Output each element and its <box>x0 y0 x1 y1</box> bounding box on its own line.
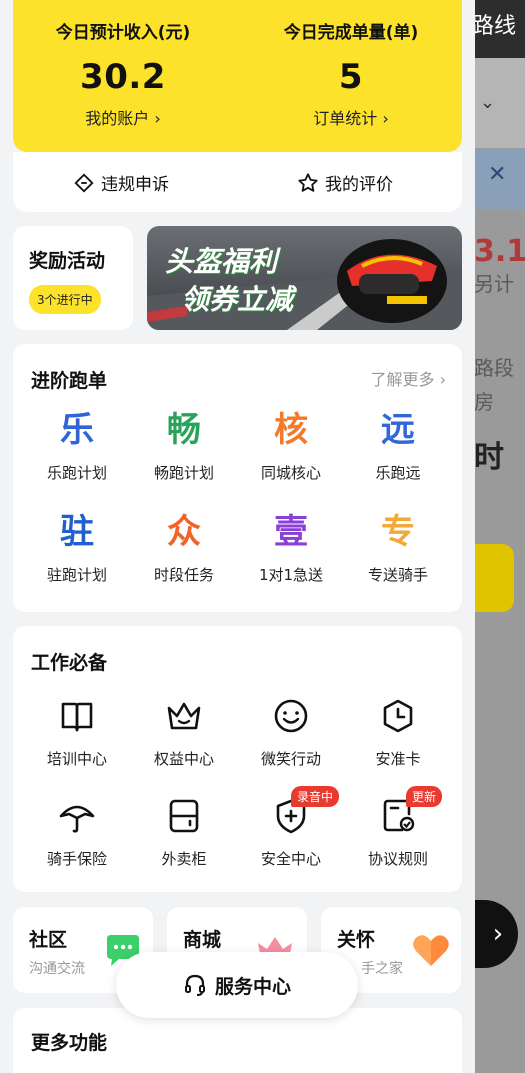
book-icon <box>23 694 131 738</box>
section-title: 工作必备 <box>31 652 108 674</box>
chevron-right-icon: › <box>492 919 504 949</box>
violation-appeal-label: 违规申诉 <box>101 175 169 195</box>
item-label: 骑手保险 <box>46 850 107 868</box>
bg-route-text: 路线 <box>472 14 517 39</box>
bg-row <box>470 58 525 148</box>
program-glyph-icon: 专 <box>381 512 415 552</box>
item-label: 驻跑计划 <box>46 566 107 584</box>
agreement-rules-item[interactable]: 更新 协议规则 <box>344 786 452 869</box>
item-label: 同城核心 <box>260 464 321 482</box>
program-glyph-icon: 壹 <box>274 512 308 552</box>
violation-appeal-button[interactable]: 违规申诉 <box>73 170 169 195</box>
update-badge: 更新 <box>406 786 443 807</box>
orders-block[interactable]: 今日完成单量(单) 5 订单统计 › <box>251 18 451 129</box>
program-glyph-icon: 驻 <box>60 512 94 552</box>
item-label: 乐跑远 <box>375 464 421 482</box>
reward-title: 奖励活动 <box>29 250 106 272</box>
smile-action-item[interactable]: 微笑行动 <box>237 694 345 769</box>
advanced-item[interactable]: 驻驻跑计划 <box>23 510 131 585</box>
item-label: 权益中心 <box>153 750 214 768</box>
gavel-icon <box>74 172 94 193</box>
crown-icon <box>130 694 238 738</box>
bg-text-3: 房 <box>474 390 494 414</box>
work-essentials-section: 工作必备 培训中心 权益中心 微笑行动 安准卡 骑手保险 外卖柜 录音中 安全中… <box>13 626 462 892</box>
advanced-item[interactable]: 乐乐跑计划 <box>23 408 131 483</box>
service-center-button[interactable]: 服务中心 <box>116 952 358 1018</box>
orders-label: 今日完成单量(单) <box>283 23 419 43</box>
rider-insurance-item[interactable]: 骑手保险 <box>23 794 131 869</box>
earnings-card: 今日预计收入(元) 30.2 我的账户 › 今日完成单量(单) 5 订单统计 › <box>13 0 462 152</box>
my-rating-button[interactable]: 我的评价 <box>297 170 393 195</box>
item-label: 畅跑计划 <box>153 464 214 482</box>
bg-text-1: 另计 <box>474 272 514 296</box>
order-stats-link[interactable]: 订单统计 › <box>251 105 451 129</box>
chevron-down-icon: ⌄ <box>480 92 496 113</box>
my-rating-label: 我的评价 <box>325 175 393 195</box>
item-label: 安准卡 <box>375 750 421 768</box>
item-label: 1对1急送 <box>258 566 324 584</box>
more-functions-title: 更多功能 <box>31 1032 108 1054</box>
headset-icon <box>184 974 205 996</box>
item-label: 时段任务 <box>153 566 214 584</box>
item-label: 微笑行动 <box>260 750 321 768</box>
advanced-running-section: 进阶跑单 了解更多 › 乐乐跑计划畅畅跑计划核同城核心远乐跑远驻驻跑计划众时段任… <box>13 344 462 612</box>
benefits-center-item[interactable]: 权益中心 <box>130 694 238 769</box>
safety-card-item[interactable]: 安准卡 <box>344 694 452 769</box>
advanced-item[interactable]: 专专送骑手 <box>344 510 452 585</box>
smile-icon <box>237 694 345 738</box>
star-icon <box>298 172 318 192</box>
helmet-promo-banner[interactable]: 头盔福利 领券立减 <box>147 226 462 330</box>
advanced-item[interactable]: 远乐跑远 <box>344 408 452 483</box>
bg-text-4: 时 <box>474 440 504 475</box>
appeal-card: 违规申诉 我的评价 <box>13 152 462 212</box>
income-value: 30.2 <box>80 57 166 97</box>
advanced-item[interactable]: 众时段任务 <box>130 510 238 585</box>
doc-check-icon: 更新 <box>344 786 452 838</box>
item-label: 外卖柜 <box>161 850 207 868</box>
banner-line1: 头盔福利 <box>165 245 278 278</box>
service-center-label: 服务中心 <box>214 975 291 998</box>
advanced-item[interactable]: 畅畅跑计划 <box>130 408 238 483</box>
shield-plus-icon: 录音中 <box>237 786 345 838</box>
my-account-link[interactable]: 我的账户 › <box>23 105 223 129</box>
program-glyph-icon: 众 <box>167 512 201 552</box>
item-label: 乐跑计划 <box>46 464 107 482</box>
bg-header: 路线 <box>470 0 525 58</box>
close-icon: ✕ <box>488 162 507 187</box>
item-label: 培训中心 <box>46 750 107 768</box>
program-glyph-icon: 畅 <box>167 410 201 450</box>
learn-more-link[interactable]: 了解更多 › <box>371 366 447 390</box>
reward-count-badge: 3个进行中 <box>29 285 101 314</box>
training-center-item[interactable]: 培训中心 <box>23 694 131 769</box>
income-block[interactable]: 今日预计收入(元) 30.2 我的账户 › <box>23 18 223 129</box>
bg-price: 3.1 <box>474 234 525 269</box>
item-label: 安全中心 <box>260 850 321 868</box>
recording-badge: 录音中 <box>291 786 340 807</box>
side-drawer: 今日预计收入(元) 30.2 我的账户 › 今日完成单量(单) 5 订单统计 ›… <box>0 0 475 1073</box>
advanced-item[interactable]: 核同城核心 <box>237 408 345 483</box>
banner-line2: 领券立减 <box>181 283 294 316</box>
item-label: 专送骑手 <box>367 566 428 584</box>
program-glyph-icon: 远 <box>381 410 415 450</box>
bg-accept-button <box>470 544 514 612</box>
orders-value: 5 <box>338 57 364 97</box>
heart-icon <box>413 935 449 966</box>
advanced-item[interactable]: 壹 1对1急送 <box>237 510 345 585</box>
food-locker-item[interactable]: 外卖柜 <box>130 794 238 869</box>
bg-text-2: 路段 <box>474 356 514 380</box>
clock-card-icon <box>344 694 452 738</box>
locker-icon <box>130 794 238 838</box>
income-label: 今日预计收入(元) <box>55 23 191 43</box>
umbrella-icon <box>23 794 131 838</box>
program-glyph-icon: 乐 <box>60 410 94 450</box>
program-glyph-icon: 核 <box>274 410 308 450</box>
safety-center-item[interactable]: 录音中 安全中心 <box>237 786 345 869</box>
item-label: 协议规则 <box>367 850 428 868</box>
reward-activity-card[interactable]: 奖励活动 3个进行中 <box>13 226 133 330</box>
section-title: 进阶跑单 <box>31 370 108 392</box>
